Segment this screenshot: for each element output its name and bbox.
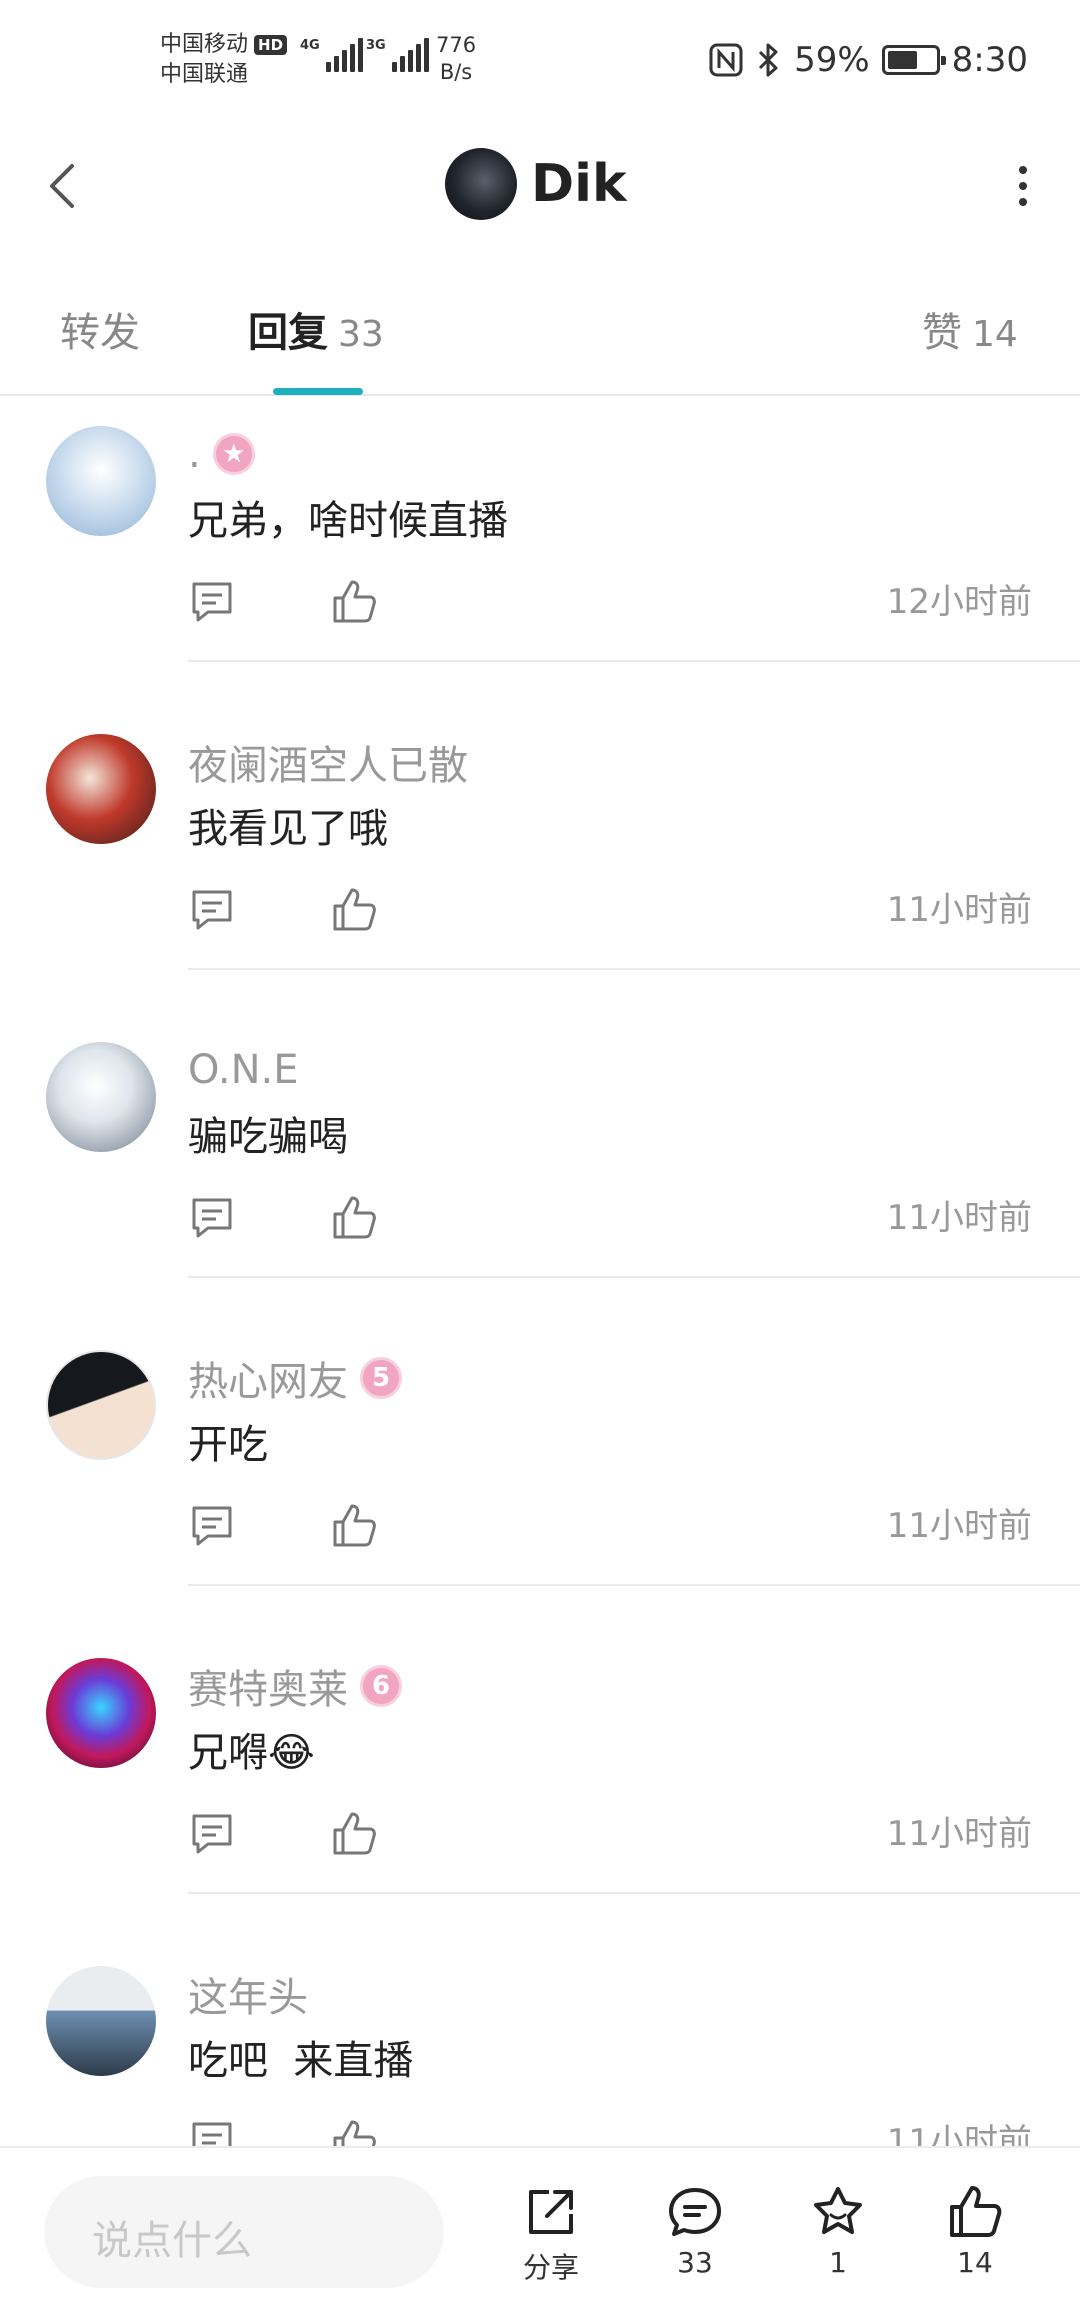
tab-reply[interactable]: 回复 33 [248,300,384,358]
thumbs-up-icon [950,2186,1002,2237]
like-icon[interactable] [330,578,378,626]
network-type-2: 3G [366,38,386,53]
back-icon[interactable] [40,158,90,214]
carrier-info: 中国移动 HD 中国联通 [160,30,288,90]
tab-bar: 转发 回复 33 赞 14 [0,270,1080,396]
comment-item: . ★ 兄弟，啥时候直播 12小时前 [0,396,1080,704]
comment-text[interactable]: 开吃 [188,1412,268,1470]
tab-forward[interactable]: 转发 [60,300,140,358]
favorite-button[interactable]: 1 [783,2182,893,2279]
comment-text[interactable]: 兄弟，啥时候直播 [188,488,508,546]
profile-title[interactable]: Dik [445,148,627,220]
clock: 8:30 [951,40,1028,80]
user-level-badge: ★ [212,433,255,475]
hd-badge: HD [254,35,288,55]
user-avatar[interactable] [46,426,156,536]
username[interactable]: 热心网友 [188,1349,348,1407]
divider [188,1584,1080,1586]
reply-icon[interactable] [188,1194,236,1242]
tab-like[interactable]: 赞 14 [922,300,1018,358]
username[interactable]: O.N.E [188,1047,299,1093]
username[interactable]: 这年头 [188,1965,308,2023]
divider [188,968,1080,970]
comment-item: 这年头 吃吧 来直播 11小时前 [0,1936,1080,2146]
network-speed-unit: B/s [439,60,473,84]
tab-forward-label: 转发 [60,310,140,356]
reply-icon[interactable] [188,1502,236,1550]
comment-time: 11小时前 [886,890,1032,930]
more-options-icon[interactable] [1016,166,1030,206]
like-icon[interactable] [330,1194,378,1242]
tab-reply-count: 33 [338,314,384,355]
carrier-2: 中国联通 [160,62,249,87]
network-speed: 776 B/s [436,32,476,86]
comment-item: 夜阑酒空人已散 我看见了哦 11小时前 [0,704,1080,1012]
header-avatar[interactable] [445,148,517,220]
like-icon[interactable] [330,1502,378,1550]
share-icon [529,2190,573,2234]
network-speed-value: 776 [436,33,477,57]
comment-text[interactable]: 兄嘚😂 [188,1720,315,1778]
comment-time: 11小时前 [886,1506,1032,1546]
comment-icon [669,2188,721,2236]
divider [188,1892,1080,1894]
reply-icon[interactable] [188,886,236,934]
network-type-1: 4G [300,38,320,53]
comment-time: 11小时前 [886,1198,1032,1238]
star-count: 1 [829,2246,847,2279]
star-icon [814,2187,862,2234]
comment-item: O.N.E 骗吃骗喝 11小时前 [0,1012,1080,1320]
username[interactable]: . [188,431,201,477]
tab-like-count: 14 [972,314,1018,355]
signal-3g-icon: 3G [366,38,429,72]
user-avatar[interactable] [46,1350,156,1460]
header: Dik [0,120,1080,250]
battery-percent: 59% [794,40,870,80]
user-avatar[interactable] [46,734,156,844]
comment-text[interactable]: 吃吧 来直播 [188,2028,413,2086]
username[interactable]: 赛特奥莱 [188,1657,348,1715]
bottom-action-bar: 说点什么 分享 33 1 14 [0,2146,1080,2312]
like-button[interactable]: 14 [920,2182,1030,2279]
tab-reply-label: 回复 [248,310,328,356]
comment-time: 11小时前 [886,2122,1032,2146]
share-button[interactable]: 分享 [496,2182,606,2286]
tab-like-label: 赞 [922,310,962,356]
user-avatar[interactable] [46,1966,156,2076]
reply-icon[interactable] [188,1810,236,1858]
share-label: 分享 [522,2251,579,2284]
like-icon[interactable] [330,886,378,934]
comment-button[interactable]: 33 [640,2182,750,2279]
comment-input-placeholder: 说点什么 [92,2218,252,2264]
comment-input[interactable]: 说点什么 [44,2176,444,2288]
reply-icon[interactable] [188,578,236,626]
comment-time: 11小时前 [886,1814,1032,1854]
user-level-badge: 6 [360,1665,402,1707]
profile-name[interactable]: Dik [531,154,627,214]
signal-4g-icon: 4G [300,38,363,72]
tab-indicator [273,388,363,395]
comment-list[interactable]: . ★ 兄弟，啥时候直播 12小时前 夜阑酒空人已散 我看见了哦 11小时前 O.… [0,396,1080,2146]
bluetooth-icon [759,43,778,77]
reply-icon[interactable] [188,2118,236,2146]
battery-icon [881,45,946,75]
like-icon[interactable] [330,1810,378,1858]
user-avatar[interactable] [46,1042,156,1152]
comment-time: 12小时前 [886,582,1032,622]
divider [188,660,1080,662]
user-level-badge: 5 [360,1357,402,1399]
user-avatar[interactable] [46,1658,156,1768]
divider [188,1276,1080,1278]
status-bar: 中国移动 HD 中国联通 4G 3G 776 B/s 59% 8:30 [0,0,1080,120]
like-icon[interactable] [330,2118,378,2146]
comment-item: 赛特奥莱 6 兄嘚😂 11小时前 [0,1628,1080,1936]
comment-item: 热心网友 5 开吃 11小时前 [0,1320,1080,1628]
nfc-icon [709,43,743,77]
like-count: 14 [957,2246,993,2279]
comment-text[interactable]: 骗吃骗喝 [188,1104,348,1162]
username[interactable]: 夜阑酒空人已散 [188,733,468,791]
comment-text[interactable]: 我看见了哦 [188,796,388,854]
comment-count: 33 [677,2246,713,2279]
carrier-1: 中国移动 [160,32,249,57]
